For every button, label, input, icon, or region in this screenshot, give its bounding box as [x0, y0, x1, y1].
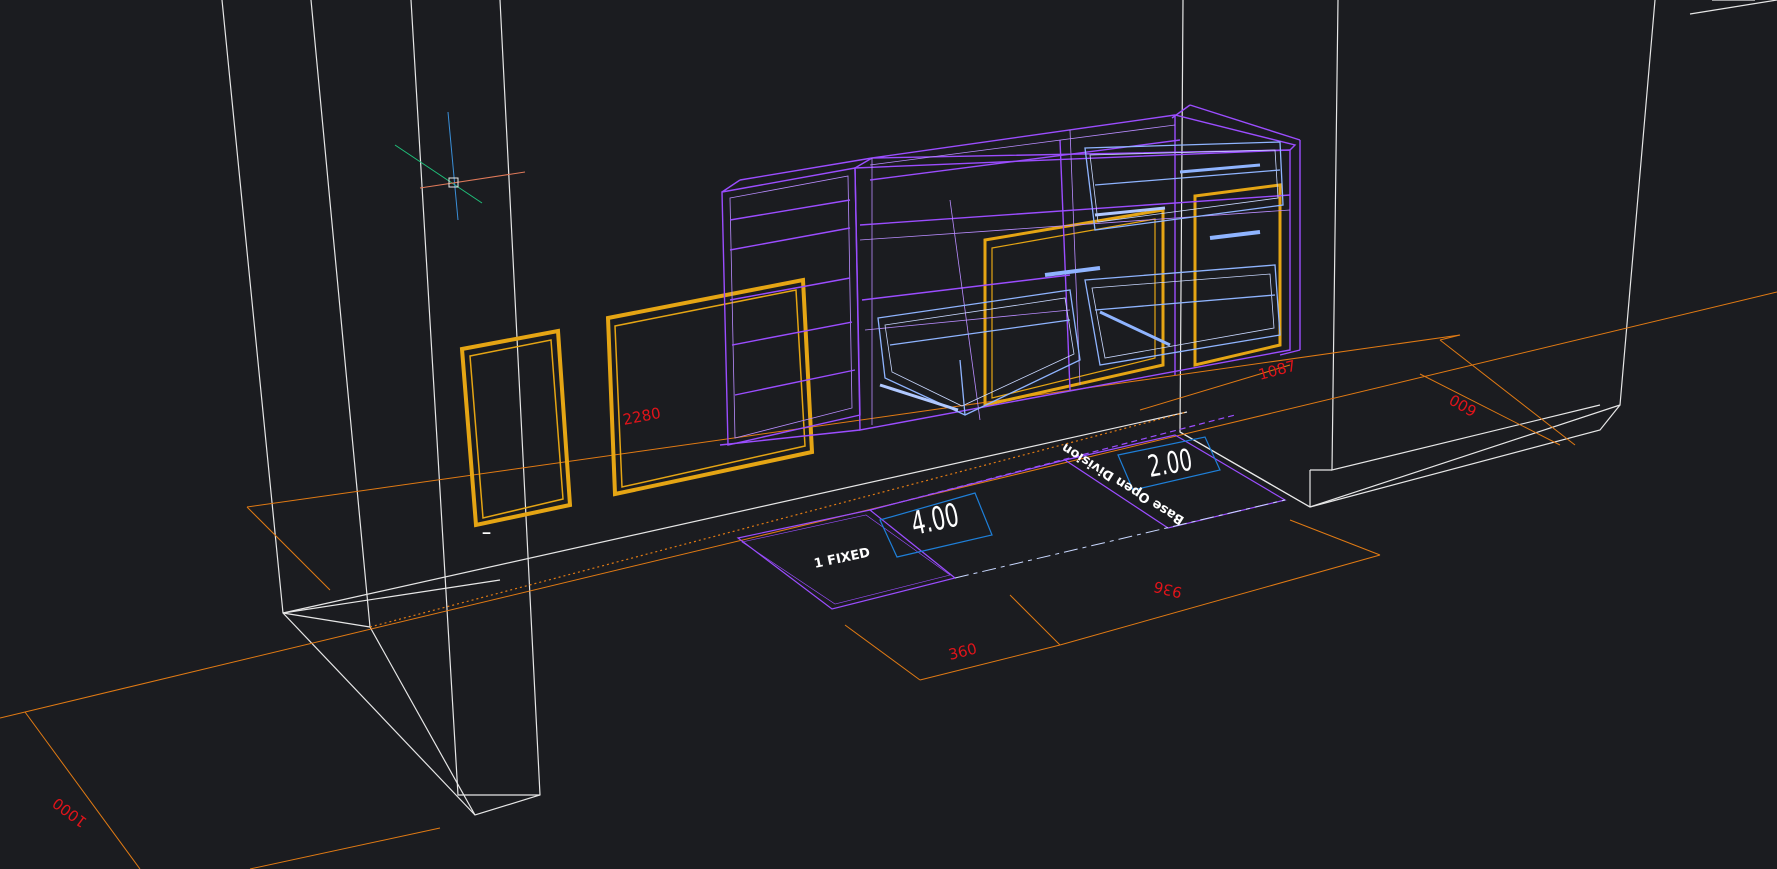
fixed-label: 1 FIXED [813, 545, 872, 572]
door-panel-narrow[interactable] [459, 328, 573, 528]
door-panel-right[interactable] [1193, 183, 1282, 367]
wireframe-scene: 2280 600 1000 360 936 1087 4.00 2.00 1 F… [0, 0, 1777, 869]
door-panel-wide[interactable] [605, 277, 815, 497]
dimension-depth-label: 600 [1446, 390, 1480, 420]
floor-tags [736, 414, 1287, 610]
ucs-crosshair-icon [394, 111, 526, 221]
small-mark: ‒ [482, 526, 491, 541]
model-viewport[interactable]: 2280 600 1000 360 936 1087 4.00 2.00 1 F… [0, 0, 1777, 869]
dimension-segment-360: 360 [947, 639, 979, 663]
wall-wireframes [221, 0, 1777, 816]
dimension-edge-1087: 1087 [1256, 357, 1298, 384]
multiplier-right-label: 2.00 [1145, 444, 1195, 485]
drawer-boxes[interactable] [877, 141, 1284, 416]
multiplier-left-label: 4.00 [908, 496, 962, 543]
dimension-height-label: 1000 [49, 794, 90, 831]
dimension-lines [0, 291, 1777, 869]
dimension-width-label: 2280 [621, 404, 662, 429]
dimension-segment-936: 936 [1152, 577, 1184, 601]
